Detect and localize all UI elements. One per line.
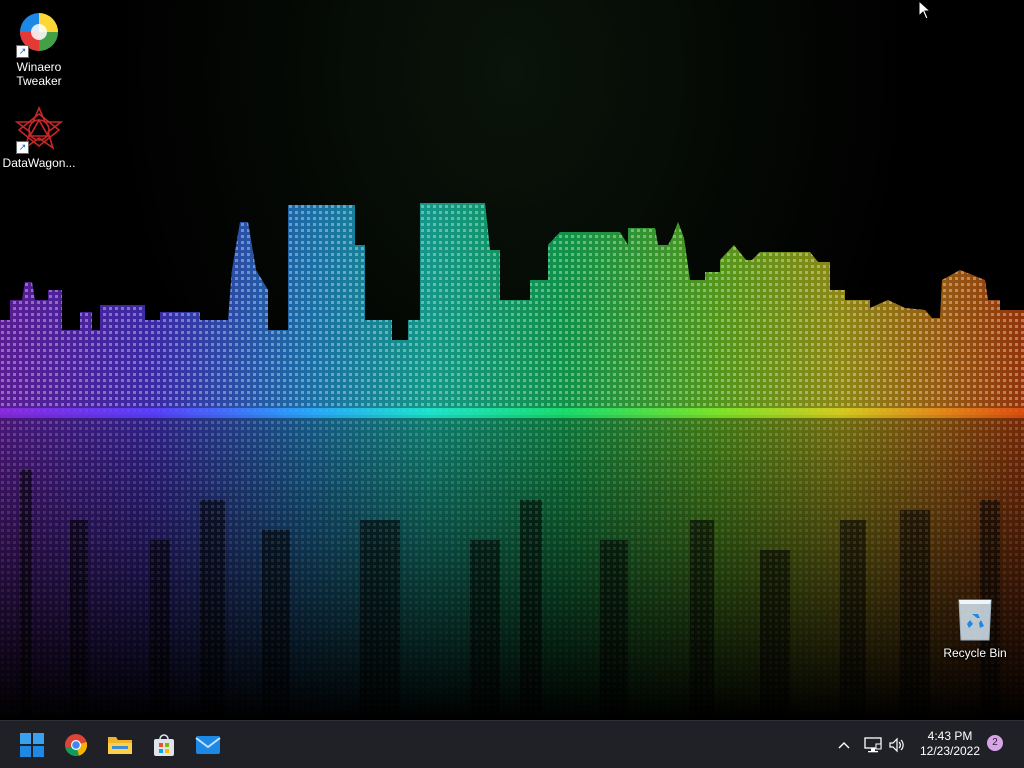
taskbar-clock[interactable]: 4:43 PM 12/23/2022	[910, 729, 990, 759]
taskbar-chrome-button[interactable]	[58, 727, 94, 763]
desktop-icon-datawagon[interactable]: ↗ DataWagon...	[1, 105, 77, 170]
windows-start-icon	[20, 733, 44, 757]
desktop-icon-label: DataWagon...	[2, 156, 76, 170]
desktop-icon-recycle-bin[interactable]: Recycle Bin	[937, 596, 1013, 660]
mail-icon	[195, 736, 221, 754]
network-icon	[864, 737, 882, 753]
clock-date: 12/23/2022	[919, 744, 981, 758]
notification-badge[interactable]: 2	[987, 735, 1003, 751]
shortcut-arrow-icon: ↗	[16, 45, 29, 58]
desktop-icon-winaero-tweaker[interactable]: ↗ Winaero Tweaker	[1, 10, 77, 88]
recycle-bin-icon	[951, 596, 999, 644]
mouse-cursor-icon	[918, 0, 932, 20]
store-icon	[154, 734, 174, 756]
desktop-wallpaper	[0, 0, 1024, 720]
chrome-icon	[65, 734, 88, 757]
taskbar-file-explorer-button[interactable]	[102, 727, 138, 763]
datawagon-icon: ↗	[14, 105, 64, 154]
taskbar: 4:43 PM 12/23/2022	[0, 720, 1024, 768]
city-skyline-wallpaper	[0, 203, 1024, 720]
volume-button[interactable]	[887, 735, 907, 755]
desktop-icon-label: Recycle Bin	[943, 646, 1007, 660]
taskbar-mail-button[interactable]	[190, 727, 226, 763]
folder-icon	[108, 737, 132, 754]
volume-icon	[889, 737, 904, 753]
taskbar-start-button[interactable]	[14, 727, 50, 763]
network-button[interactable]	[863, 735, 883, 755]
desktop-icon-label: Winaero Tweaker	[16, 60, 62, 88]
winaero-tweaker-icon: ↗	[15, 10, 63, 58]
taskbar-store-button[interactable]	[146, 727, 182, 763]
chevron-up-icon	[838, 742, 850, 749]
show-hidden-icons-button[interactable]	[836, 735, 852, 755]
shortcut-arrow-icon: ↗	[16, 141, 29, 154]
clock-time: 4:43 PM	[927, 729, 973, 743]
